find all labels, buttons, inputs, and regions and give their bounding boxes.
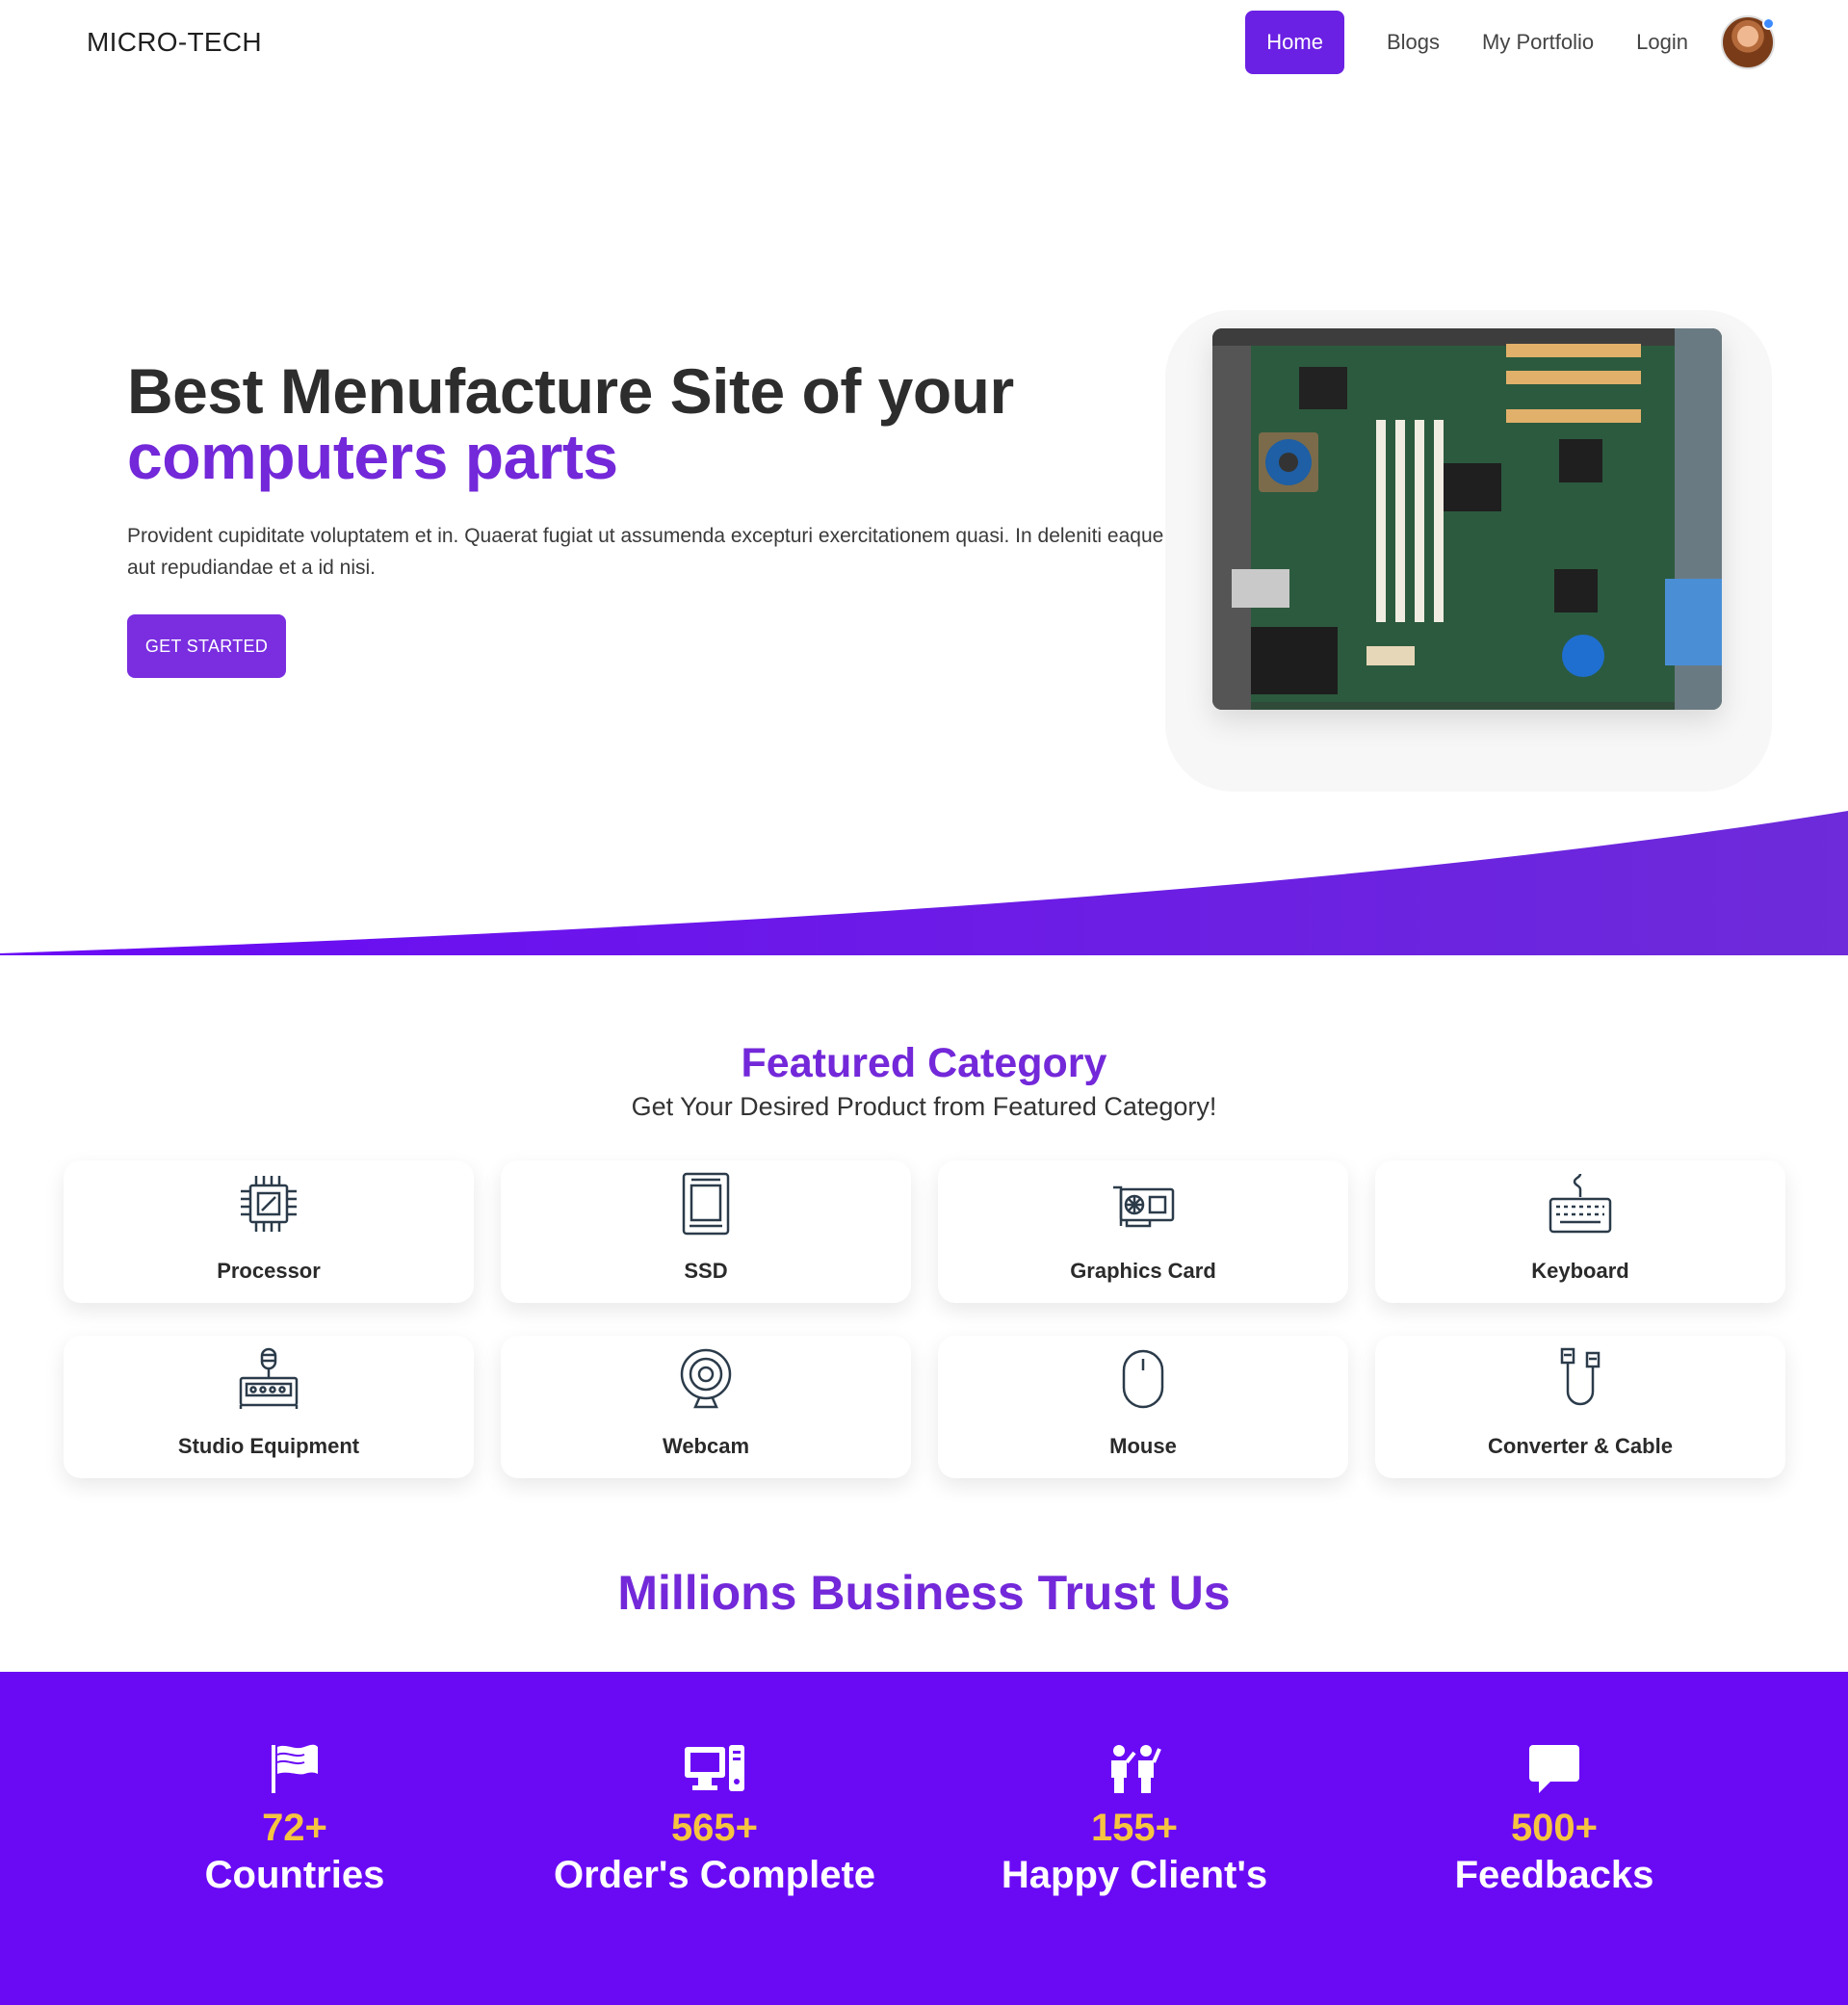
category-card-processor[interactable]: Processor (64, 1160, 474, 1303)
webcam-icon (680, 1348, 732, 1409)
processor-icon (241, 1176, 297, 1232)
stat-label: Happy Client's (1001, 1854, 1268, 1896)
hero-wave-divider (0, 811, 1848, 955)
category-label: Mouse (1109, 1434, 1177, 1458)
category-label: Webcam (662, 1434, 750, 1458)
trust-title: Millions Business Trust Us (617, 1566, 1231, 1620)
chat-icon (1529, 1745, 1579, 1793)
stat-clients: 155+ Happy Client's (932, 1741, 1337, 1897)
stat-feedbacks: 500+ Feedbacks (1352, 1741, 1757, 1897)
nav-links: Home Blogs My Portfolio Login (1245, 11, 1848, 74)
stat-label: Feedbacks (1454, 1854, 1654, 1896)
keyboard-icon (1549, 1173, 1612, 1234)
motherboard-image (1212, 328, 1722, 710)
nav-login[interactable]: Login (1636, 30, 1688, 55)
category-label: Processor (217, 1259, 321, 1283)
category-card-converter-cable[interactable]: Converter & Cable (1375, 1336, 1785, 1478)
get-started-button[interactable]: GET STARTED (127, 614, 286, 678)
category-card-keyboard[interactable]: Keyboard (1375, 1160, 1785, 1303)
nav-portfolio[interactable]: My Portfolio (1482, 30, 1594, 55)
stat-countries: 72+ Countries (92, 1741, 497, 1897)
hero-title-line1: Best Menufacture Site of your (127, 355, 1014, 427)
nav-blogs[interactable]: Blogs (1387, 30, 1440, 55)
studio-equipment-icon (239, 1347, 299, 1409)
category-card-studio-equipment[interactable]: Studio Equipment (64, 1336, 474, 1478)
navbar: MICRO-TECH Home Blogs My Portfolio Login (0, 0, 1848, 87)
hero-title-line2: computers parts (127, 421, 618, 492)
category-card-graphics-card[interactable]: Graphics Card (938, 1160, 1348, 1303)
category-card-webcam[interactable]: Webcam (501, 1336, 911, 1478)
stat-label: Order's Complete (553, 1854, 876, 1896)
stat-label: Countries (204, 1854, 385, 1896)
stat-value: 72+ (262, 1807, 327, 1849)
stat-value: 500+ (1510, 1807, 1599, 1849)
stat-value: 155+ (1090, 1807, 1179, 1849)
people-icon (1111, 1745, 1161, 1793)
brand-logo[interactable]: MICRO-TECH (87, 27, 262, 58)
flag-icon (272, 1744, 318, 1793)
category-card-mouse[interactable]: Mouse (938, 1336, 1348, 1478)
category-label: Converter & Cable (1488, 1434, 1673, 1458)
avatar[interactable] (1721, 15, 1775, 69)
computer-icon (685, 1745, 744, 1791)
category-label: Studio Equipment (177, 1434, 360, 1458)
ssd-icon (682, 1172, 730, 1236)
online-status-dot (1762, 17, 1775, 30)
featured-category-title: Featured Category (741, 1040, 1107, 1086)
graphics-card-icon (1113, 1185, 1175, 1228)
category-label: SSD (684, 1259, 728, 1283)
cable-icon (1560, 1347, 1601, 1406)
category-label: Graphics Card (1070, 1259, 1216, 1283)
stat-value: 565+ (670, 1807, 759, 1849)
category-card-ssd[interactable]: SSD (501, 1160, 911, 1303)
stats-section: 72+ Countries 565+ Order's Complete 155+… (0, 1672, 1848, 2005)
nav-home[interactable]: Home (1245, 11, 1344, 74)
stat-orders: 565+ Order's Complete (512, 1741, 917, 1897)
featured-category-subtitle: Get Your Desired Product from Featured C… (631, 1092, 1217, 1121)
hero-title: Best Menufacture Site of your computers … (127, 358, 1014, 489)
hero-description: Provident cupiditate voluptatem et in. Q… (127, 525, 1164, 579)
mouse-icon (1122, 1349, 1164, 1409)
category-label: Keyboard (1531, 1259, 1629, 1283)
